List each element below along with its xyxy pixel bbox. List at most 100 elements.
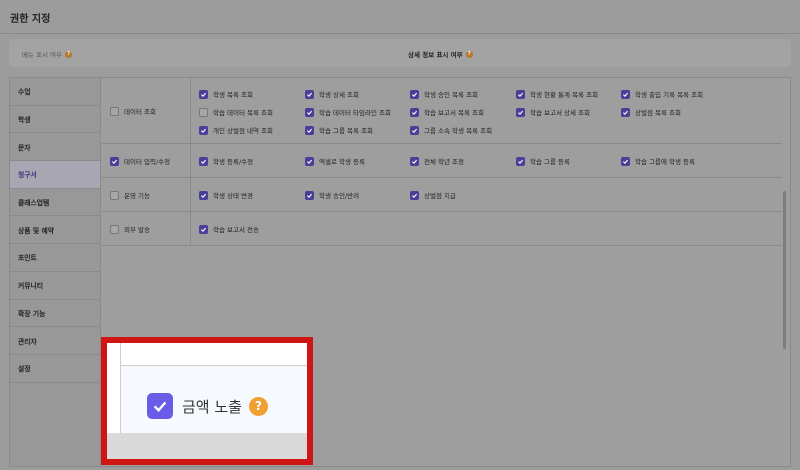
check-icon[interactable]: [199, 156, 208, 166]
option-label: 학습 보고서 상세 조회: [530, 109, 591, 117]
nav-item-products[interactable]: 상품 및 예약: [10, 216, 100, 245]
nav-item-community[interactable]: 커뮤니티: [10, 272, 100, 300]
checkbox-icon[interactable]: [110, 190, 119, 200]
option-checkbox[interactable]: 그룹 소속 학생 목록 조회: [410, 125, 492, 135]
category-label: 데이터 입력/수정: [124, 158, 171, 166]
option-checkbox[interactable]: 학습 데이터 타임라인 조회: [305, 107, 391, 117]
check-icon[interactable]: [199, 224, 208, 234]
check-icon[interactable]: [410, 156, 419, 166]
option-label: 학생 상태 변경: [213, 192, 254, 200]
option-checkbox[interactable]: 학습 보고서 상세 조회: [516, 107, 590, 117]
nav-item-classup[interactable]: 클래스업템: [10, 189, 100, 217]
panel-scrollbar[interactable]: [783, 191, 786, 349]
option-checkbox[interactable]: 학생 목록 조회: [199, 89, 253, 99]
option-checkbox[interactable]: 개인 상벌점 내역 조회: [199, 125, 273, 135]
option-checkbox[interactable]: 학습 보고서 목록 조회: [410, 107, 484, 117]
category-view-checkbox[interactable]: 데이터 조회: [110, 106, 156, 116]
option-checkbox[interactable]: 학생 승인 목록 조회: [410, 89, 478, 99]
check-icon[interactable]: [305, 190, 314, 200]
row-divider: [190, 78, 191, 144]
permission-row-operations: 운영 기능 학생 상태 변경 학생 승인/반려 상벌점 지급: [102, 178, 782, 212]
tab-detail-display[interactable]: 상세 정보 표시 여부 ?: [408, 49, 473, 59]
option-checkbox[interactable]: 학생 상세 조회: [305, 89, 359, 99]
option-label: 그룹 소속 학생 목록 조회: [424, 127, 493, 135]
option-label: 전체 학년 조정: [424, 158, 465, 166]
option-label: 학생 출입 기록 목록 조회: [635, 91, 704, 99]
checkbox-icon[interactable]: [110, 106, 119, 116]
option-label: 학생 현황 통계 목록 조회: [530, 91, 599, 99]
check-icon[interactable]: [305, 156, 314, 166]
check-icon[interactable]: [110, 156, 119, 166]
option-label: 엑셀로 학생 등록: [319, 158, 365, 166]
help-icon[interactable]: ?: [248, 396, 268, 416]
help-icon[interactable]: ?: [65, 50, 73, 58]
check-icon[interactable]: [199, 125, 208, 135]
nav-item-invoice[interactable]: 청구서: [10, 161, 100, 189]
option-label: 학생 목록 조회: [213, 91, 254, 99]
check-icon[interactable]: [147, 393, 173, 419]
category-external-checkbox[interactable]: 외부 발송: [110, 224, 150, 234]
check-icon[interactable]: [621, 89, 630, 99]
row-divider: [190, 212, 191, 246]
tab-menu-display[interactable]: 메뉴 표시 여부 ?: [22, 49, 73, 59]
permission-row-external: 외부 발송 학습 보고서 전송: [102, 212, 782, 246]
option-label: 상벌점 지급: [424, 192, 456, 200]
option-checkbox[interactable]: 학습 그룹 등록: [516, 156, 570, 166]
check-icon[interactable]: [410, 107, 419, 117]
option-label: 학생 상세 조회: [319, 91, 360, 99]
check-icon[interactable]: [621, 156, 630, 166]
option-checkbox[interactable]: 학생 출입 기록 목록 조회: [621, 89, 703, 99]
check-icon[interactable]: [516, 89, 525, 99]
option-checkbox[interactable]: 엑셀로 학생 등록: [305, 156, 365, 166]
option-label: 학습 데이터 목록 조회: [213, 109, 274, 117]
nav-item-student[interactable]: 학생: [10, 106, 100, 134]
page-title: 권한 지정: [10, 14, 51, 25]
nav-item-extensions[interactable]: 확장 기능: [10, 300, 100, 328]
nav-item-message[interactable]: 문자: [10, 133, 100, 162]
nav-item-points[interactable]: 포인트: [10, 244, 100, 272]
option-checkbox[interactable]: 학습 보고서 전송: [199, 224, 259, 234]
option-checkbox[interactable]: 학생 상태 변경: [199, 190, 253, 200]
help-icon[interactable]: ?: [465, 50, 473, 58]
menu-display-label: 메뉴 표시 여부: [22, 51, 63, 59]
check-icon[interactable]: [199, 89, 208, 99]
check-icon[interactable]: [516, 107, 525, 117]
category-edit-checkbox[interactable]: 데이터 입력/수정: [110, 156, 170, 166]
check-icon[interactable]: [305, 89, 314, 99]
option-checkbox[interactable]: 학생 현황 통계 목록 조회: [516, 89, 598, 99]
check-icon[interactable]: [199, 190, 208, 200]
option-checkbox[interactable]: 상벌점 목록 조회: [621, 107, 681, 117]
option-checkbox[interactable]: 학습 그룹 목록 조회: [305, 125, 373, 135]
option-label: 학생 승인/반려: [319, 192, 360, 200]
check-icon[interactable]: [410, 190, 419, 200]
option-checkbox[interactable]: 상벌점 지급: [410, 190, 456, 200]
category-label: 운영 기능: [124, 192, 150, 200]
check-icon[interactable]: [410, 89, 419, 99]
check-icon[interactable]: [621, 107, 630, 117]
option-checkbox[interactable]: 학생 승인/반려: [305, 190, 359, 200]
checkbox-icon[interactable]: [110, 224, 119, 234]
permission-row-edit: 데이터 입력/수정 학생 등록/수정 엑셀로 학생 등록 전체 학년 조정 학습…: [102, 144, 782, 178]
nav-item-settings[interactable]: 설정: [10, 355, 100, 383]
check-icon[interactable]: [305, 125, 314, 135]
price-display-checkbox[interactable]: 금액 노출 ?: [147, 393, 268, 419]
check-icon[interactable]: [305, 107, 314, 117]
title-divider: [0, 33, 800, 34]
option-label: 학습 보고서 전송: [213, 226, 259, 234]
option-checkbox[interactable]: 전체 학년 조정: [410, 156, 464, 166]
nav-item-admin[interactable]: 관리자: [10, 327, 100, 355]
option-checkbox[interactable]: 학습 데이터 목록 조회: [199, 107, 273, 117]
option-checkbox[interactable]: 학습 그룹에 학생 등록: [621, 156, 695, 166]
option-label: 학습 보고서 목록 조회: [424, 109, 485, 117]
check-icon[interactable]: [410, 125, 419, 135]
row-divider: [190, 144, 191, 178]
option-checkbox[interactable]: 학생 등록/수정: [199, 156, 253, 166]
category-operations-checkbox[interactable]: 운영 기능: [110, 190, 150, 200]
highlight-callout: 금액 노출 ?: [101, 337, 313, 465]
option-label: 학습 그룹에 학생 등록: [635, 158, 696, 166]
checkbox-icon[interactable]: [199, 107, 208, 117]
display-toggle-bar: 메뉴 표시 여부 ? 상세 정보 표시 여부 ?: [9, 39, 791, 67]
nav-item-class[interactable]: 수업: [10, 78, 100, 106]
price-display-label: 금액 노출: [182, 397, 242, 416]
check-icon[interactable]: [516, 156, 525, 166]
